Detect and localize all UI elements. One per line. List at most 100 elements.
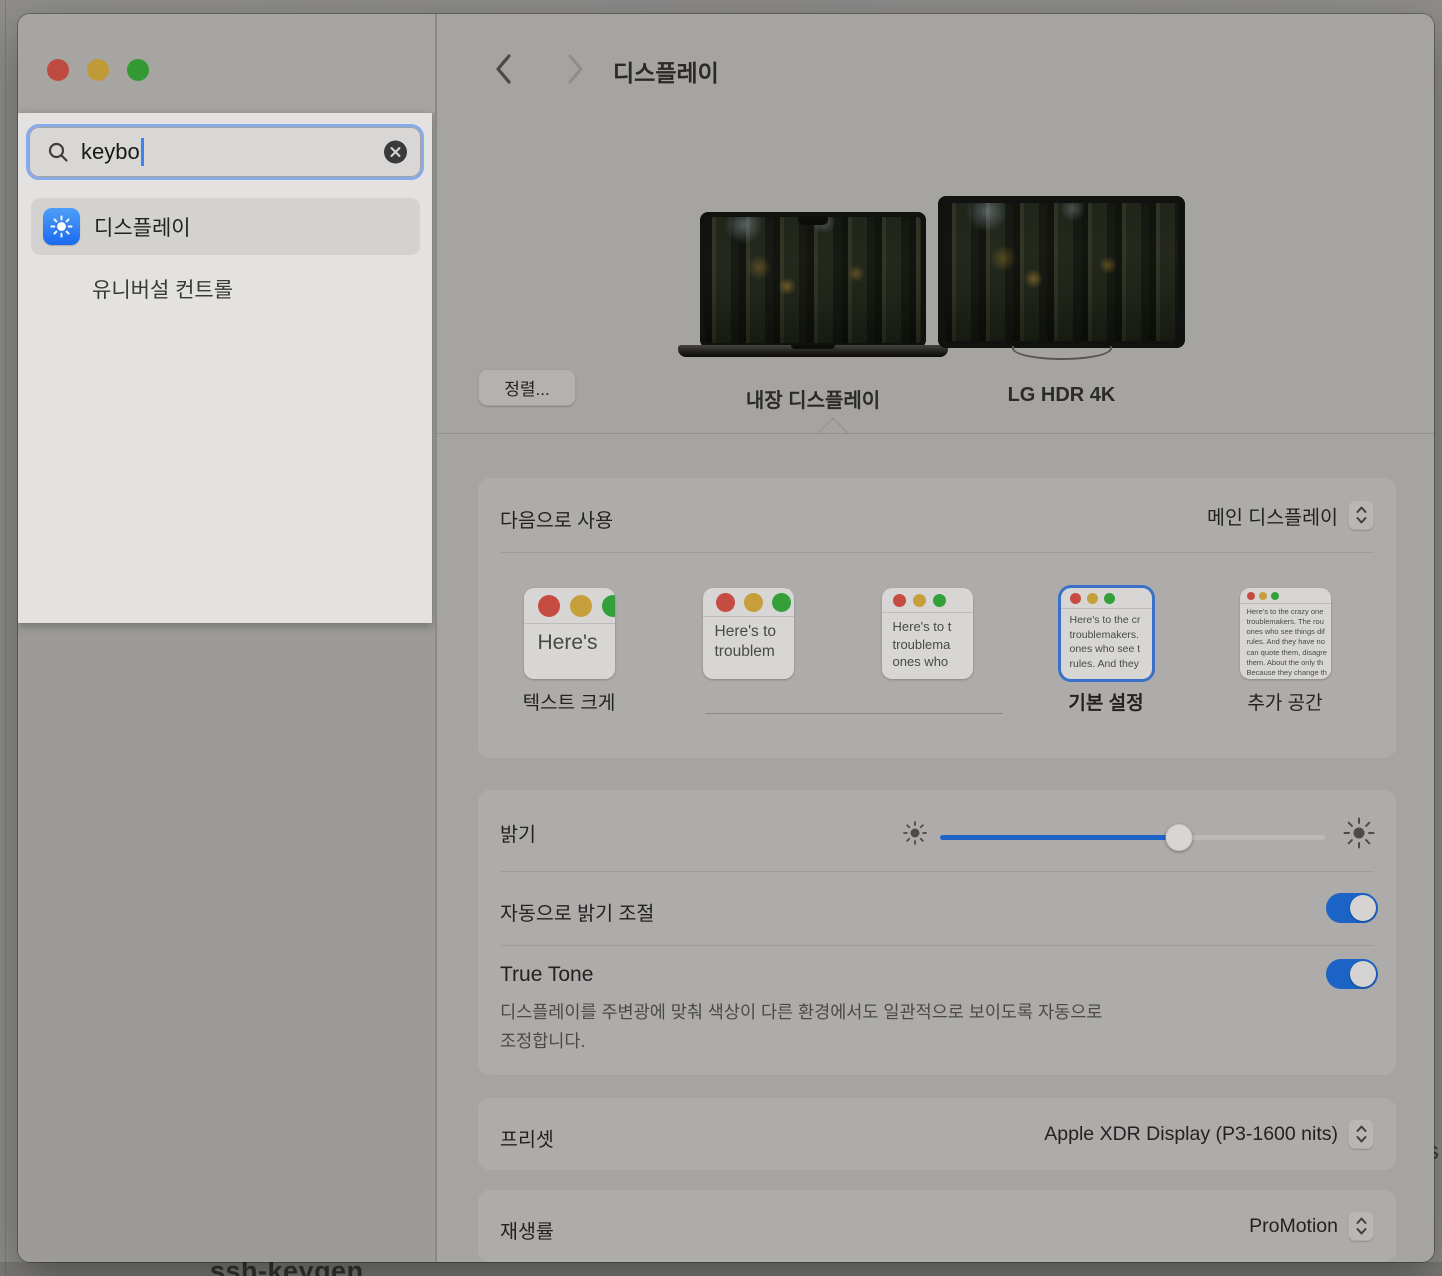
auto-brightness-toggle[interactable] xyxy=(1326,893,1378,923)
minimize-button[interactable] xyxy=(87,59,109,81)
preset-card: 프리셋 Apple XDR Display (P3-1600 nits) xyxy=(478,1098,1396,1170)
search-result-label: 디스플레이 xyxy=(94,212,191,242)
search-input-value: keybo xyxy=(81,139,140,165)
external-display-label: LG HDR 4K xyxy=(938,384,1185,407)
background-window-edge xyxy=(5,0,6,1276)
search-result-label: 유니버설 컨트롤 xyxy=(92,274,233,304)
search-result-display[interactable]: 디스플레이 xyxy=(31,198,420,255)
scaling-option-larger-text[interactable]: Here's 텍스트 크게 xyxy=(494,588,644,712)
auto-brightness-label: 자동으로 밝기 조절 xyxy=(500,897,654,926)
mini-zoom-icon xyxy=(933,594,946,607)
zoom-button[interactable] xyxy=(127,59,149,81)
titlebar[interactable] xyxy=(18,14,435,113)
screen: ssh-keygen s keybo xyxy=(0,0,1442,1276)
refresh-rate-card: 재생률 ProMotion xyxy=(478,1190,1396,1262)
refresh-rate-dropdown[interactable] xyxy=(1348,1211,1374,1241)
brightness-slider-knob[interactable] xyxy=(1165,824,1192,851)
true-tone-row: True Tone 디스플레이를 주변광에 맞춰 색상이 다른 환경에서도 일관… xyxy=(478,945,1396,1075)
mini-minimize-icon xyxy=(1259,592,1267,600)
mini-close-icon xyxy=(893,594,906,607)
clear-search-button[interactable] xyxy=(384,141,407,164)
true-tone-toggle[interactable] xyxy=(1326,959,1378,989)
forward-button[interactable] xyxy=(565,52,587,86)
scaling-option-more-space[interactable]: Here's to the crazy one troublemakers. T… xyxy=(1210,588,1360,712)
scaling-preview: Here's to the crazy one troublemakers. T… xyxy=(1240,588,1331,679)
display-options-card: 다음으로 사용 메인 디스플레이 Here's 텍스트 크게 xyxy=(478,478,1396,758)
scaling-option-label: 기본 설정 xyxy=(1068,688,1143,712)
laptop-notch xyxy=(798,217,828,225)
use-as-value: 메인 디스플레이 xyxy=(1207,501,1338,530)
section-divider xyxy=(437,433,1434,434)
mini-minimize-icon xyxy=(1087,593,1098,604)
preset-value: Apple XDR Display (P3-1600 nits) xyxy=(1044,1123,1338,1146)
mini-titlebar xyxy=(1240,588,1331,604)
refresh-rate-label: 재생률 xyxy=(500,1215,554,1244)
scaling-options-connector-line xyxy=(705,713,1003,714)
mini-minimize-icon xyxy=(744,593,763,612)
mini-zoom-icon xyxy=(772,593,791,612)
page-title: 디스플레이 xyxy=(613,54,719,88)
scaling-option-label: 추가 공간 xyxy=(1247,688,1322,712)
scaling-preview-selected: Here's to the cr troublemakers. ones who… xyxy=(1061,588,1152,679)
mini-close-icon xyxy=(1070,593,1081,604)
brightness-high-icon xyxy=(1342,816,1376,850)
builtin-display-thumbnail[interactable] xyxy=(700,212,926,348)
mini-zoom-icon xyxy=(1271,592,1279,600)
search-icon xyxy=(47,141,69,163)
system-settings-window: keybo xyxy=(18,14,1434,1262)
brightness-card: 밝기 자동으로 밝기 조절 xyxy=(478,790,1396,1075)
sidebar: keybo xyxy=(18,14,435,1262)
true-tone-description: 디스플레이를 주변광에 맞춰 색상이 다른 환경에서도 일관적으로 보이도록 자… xyxy=(500,998,1260,1056)
mini-titlebar xyxy=(703,588,794,617)
toggle-knob xyxy=(1350,961,1376,987)
mini-close-icon xyxy=(1247,592,1255,600)
preset-label: 프리셋 xyxy=(500,1123,554,1152)
true-tone-label: True Tone xyxy=(500,963,593,987)
mini-titlebar xyxy=(524,588,615,624)
mini-titlebar xyxy=(1061,588,1152,609)
use-as-label: 다음으로 사용 xyxy=(500,504,613,533)
scaling-preview: Here's to troublem xyxy=(703,588,794,679)
search-result-universal-control[interactable]: 유니버설 컨트롤 xyxy=(31,263,420,315)
scaling-option-label: 텍스트 크게 xyxy=(523,688,616,712)
mini-preview-text: Here's to t troublema ones who xyxy=(882,613,973,671)
brightness-row: 밝기 xyxy=(478,790,1396,871)
text-cursor xyxy=(141,138,144,166)
scaling-option-3[interactable]: Here's to t troublema ones who xyxy=(852,588,1002,712)
mini-preview-text: Here's to the cr troublemakers. ones who… xyxy=(1061,609,1152,672)
external-display-thumbnail[interactable] xyxy=(938,196,1185,348)
brightness-slider[interactable] xyxy=(940,835,1325,840)
back-button[interactable] xyxy=(492,52,514,86)
scaling-preview: Here's to t troublema ones who xyxy=(882,588,973,679)
mini-minimize-icon xyxy=(913,594,926,607)
row-divider xyxy=(500,552,1374,553)
mini-preview-text: Here's to the crazy one troublemakers. T… xyxy=(1240,604,1331,678)
builtin-display-label: 내장 디스플레이 xyxy=(700,384,926,413)
mini-preview-text: Here's to troublem xyxy=(703,617,794,662)
laptop-base xyxy=(678,345,948,357)
auto-brightness-row: 자동으로 밝기 조절 xyxy=(478,871,1396,945)
refresh-rate-value: ProMotion xyxy=(1249,1215,1338,1238)
mini-titlebar xyxy=(882,588,973,613)
display-settings-pane: 디스플레이 내장 디스플레이 LG HDR 4K 정렬... 다음으로 사용 메… xyxy=(437,14,1434,1262)
brightness-low-icon xyxy=(902,820,928,846)
preset-dropdown[interactable] xyxy=(1348,1119,1374,1149)
search-input[interactable]: keybo xyxy=(26,124,424,180)
mini-minimize-icon xyxy=(570,595,592,617)
arrange-displays-button[interactable]: 정렬... xyxy=(478,369,576,406)
builtin-display-wallpaper xyxy=(705,217,921,343)
brightness-slider-fill xyxy=(940,835,1179,840)
mini-preview-text: Here's xyxy=(524,624,615,656)
scaling-preview: Here's xyxy=(524,588,615,679)
use-as-dropdown[interactable] xyxy=(1348,500,1374,530)
monitor-stand xyxy=(1012,346,1112,360)
mini-zoom-icon xyxy=(1104,593,1115,604)
scaling-option-2[interactable]: Here's to troublem xyxy=(673,588,823,712)
mini-close-icon xyxy=(538,595,560,617)
close-button[interactable] xyxy=(47,59,69,81)
use-as-row: 다음으로 사용 메인 디스플레이 xyxy=(478,478,1396,552)
search-results-panel: keybo xyxy=(18,113,432,623)
scaling-option-default[interactable]: Here's to the cr troublemakers. ones who… xyxy=(1031,588,1181,712)
external-display-wallpaper xyxy=(945,203,1178,341)
brightness-label: 밝기 xyxy=(500,818,536,847)
